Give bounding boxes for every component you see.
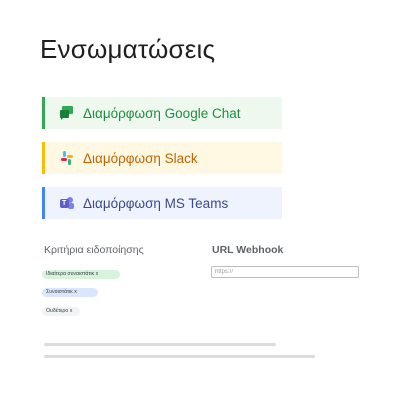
ms-teams-icon: T [59, 195, 75, 211]
slack-config-label: Διαμόρφωση Slack [83, 150, 198, 166]
slack-icon [59, 150, 75, 166]
google-chat-icon [59, 105, 75, 121]
placeholder-text-line [44, 343, 276, 346]
placeholder-text-line [44, 355, 315, 358]
webhook-url-label: URL Webhook [212, 244, 284, 256]
slack-config-card[interactable]: Διαμόρφωση Slack [42, 142, 282, 174]
criteria-chip-high-sentiment[interactable]: Ιδιαίτερα συναιστάτικ x [42, 270, 120, 279]
criteria-chip-sentiment[interactable]: Συναιστάτικ x [42, 288, 98, 297]
notification-criteria-label: Κριτήρια ειδοποίησης [44, 244, 144, 256]
google-chat-config-label: Διαμόρφωση Google Chat [83, 105, 241, 121]
google-chat-config-card[interactable]: Διαμόρφωση Google Chat [42, 97, 282, 129]
ms-teams-config-card[interactable]: T Διαμόρφωση MS Teams [42, 187, 282, 219]
page-title: Ενσωματώσεις [40, 34, 216, 64]
webhook-url-input[interactable] [211, 266, 359, 278]
criteria-chip-neutral[interactable]: Ουδέτερο x [42, 307, 80, 316]
ms-teams-config-label: Διαμόρφωση MS Teams [83, 195, 229, 211]
